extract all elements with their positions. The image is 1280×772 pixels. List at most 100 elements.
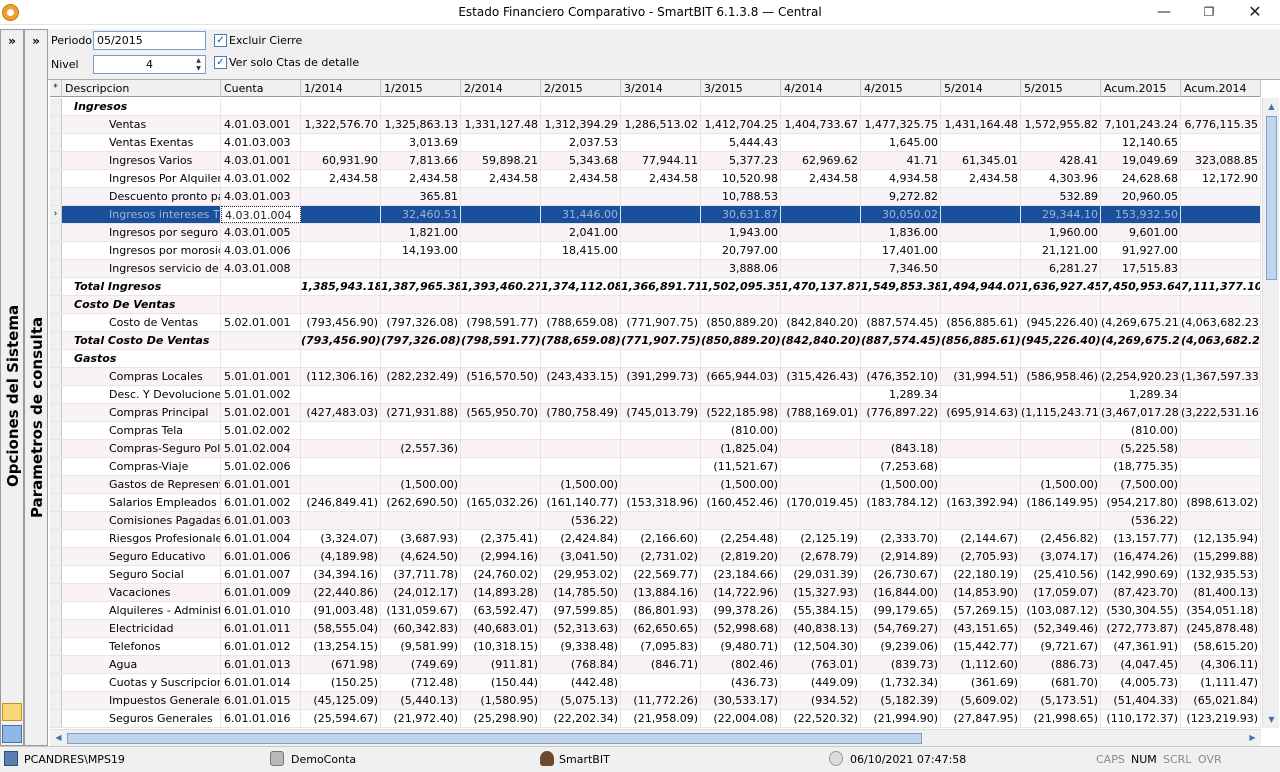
cell-descripcion[interactable]: Vacaciones	[62, 584, 221, 601]
cell-value[interactable]	[701, 512, 781, 529]
cell-value[interactable]: (1,825.04)	[701, 440, 781, 457]
cell-value[interactable]: (14,853.90)	[941, 584, 1021, 601]
cell-value[interactable]: 19,049.69	[1101, 152, 1181, 169]
cell-value[interactable]: (2,731.02)	[621, 548, 701, 565]
cell-value[interactable]	[301, 476, 381, 493]
total-row[interactable]: Total Ingresos 1,385,943.18 1,387,965.38 1,…	[50, 278, 1261, 296]
table-row[interactable]: Electricidad 6.01.01.011 (58,555.04) (60,34…	[50, 620, 1261, 638]
cell-value[interactable]: (142,990.69)	[1101, 566, 1181, 583]
cell-value[interactable]: 2,434.58	[781, 170, 861, 187]
cell-cuenta[interactable]: 5.01.01.002	[221, 386, 301, 403]
row-indicator[interactable]	[50, 638, 62, 655]
cell-value[interactable]	[941, 512, 1021, 529]
cell-value[interactable]: 77,944.11	[621, 152, 701, 169]
cell-value[interactable]: (13,884.16)	[621, 584, 701, 601]
cell-value[interactable]: 20,797.00	[701, 242, 781, 259]
cell-value[interactable]	[941, 188, 1021, 205]
cell-descripcion[interactable]: Ingresos	[62, 98, 221, 115]
cell-cuenta[interactable]: 4.01.03.001	[221, 116, 301, 133]
cell-value[interactable]	[541, 296, 621, 313]
cell-value[interactable]: (22,520.32)	[781, 710, 861, 727]
cell-value[interactable]: (887,574.45)	[861, 314, 941, 331]
cell-value[interactable]: 1,470,137.87	[781, 278, 861, 295]
cell-value[interactable]: (4,624.50)	[381, 548, 461, 565]
cell-value[interactable]: (798,591.77)	[461, 332, 541, 349]
cell-value[interactable]: (2,557.36)	[381, 440, 461, 457]
cell-value[interactable]: (21,998.65)	[1021, 710, 1101, 727]
cell-descripcion[interactable]: Comisiones Pagadas	[62, 512, 221, 529]
cell-value[interactable]: 12,140.65	[1101, 134, 1181, 151]
cell-value[interactable]: (150.44)	[461, 674, 541, 691]
scroll-up-icon[interactable]: ▲	[1263, 98, 1280, 115]
cell-value[interactable]: (856,885.61)	[941, 314, 1021, 331]
cell-value[interactable]	[1181, 386, 1261, 403]
cell-value[interactable]: (442.48)	[541, 674, 621, 691]
cell-descripcion[interactable]: Electricidad	[62, 620, 221, 637]
cell-value[interactable]: (25,298.90)	[461, 710, 541, 727]
cell-value[interactable]	[1181, 206, 1261, 223]
cell-value[interactable]	[781, 206, 861, 223]
cell-cuenta[interactable]: 6.01.01.004	[221, 530, 301, 547]
cell-value[interactable]: 3,888.06	[701, 260, 781, 277]
cell-descripcion[interactable]: Total Ingresos	[62, 278, 221, 295]
cell-value[interactable]: (886.73)	[1021, 656, 1101, 673]
cell-value[interactable]	[781, 512, 861, 529]
column-header[interactable]: 4/2015	[861, 80, 941, 97]
cell-cuenta[interactable]: 4.03.01.002	[221, 170, 301, 187]
cell-value[interactable]: 1,286,513.02	[621, 116, 701, 133]
cell-value[interactable]: (665,944.03)	[701, 368, 781, 385]
cell-value[interactable]	[1181, 476, 1261, 493]
row-indicator[interactable]	[50, 404, 62, 421]
cell-value[interactable]: (1,580.95)	[461, 692, 541, 709]
cell-value[interactable]: (15,442.77)	[941, 638, 1021, 655]
cell-value[interactable]: (12,135.94)	[1181, 530, 1261, 547]
cell-value[interactable]	[461, 422, 541, 439]
cell-value[interactable]	[541, 440, 621, 457]
cell-value[interactable]: (11,521.67)	[701, 458, 781, 475]
cell-value[interactable]: (34,394.16)	[301, 566, 381, 583]
cell-value[interactable]: (14,722.96)	[701, 584, 781, 601]
cell-value[interactable]: 41.71	[861, 152, 941, 169]
cell-value[interactable]	[861, 350, 941, 367]
column-header[interactable]: 2/2014	[461, 80, 541, 97]
cell-value[interactable]	[301, 98, 381, 115]
cell-value[interactable]: (30,533.17)	[701, 692, 781, 709]
cell-value[interactable]	[461, 440, 541, 457]
cell-value[interactable]: (63,592.47)	[461, 602, 541, 619]
cell-descripcion[interactable]: Compras Locales	[62, 368, 221, 385]
row-indicator[interactable]	[50, 116, 62, 133]
section-row[interactable]: Costo De Ventas	[50, 296, 1261, 314]
cell-value[interactable]: (793,456.90)	[301, 314, 381, 331]
cell-value[interactable]: 6,776,115.35	[1181, 116, 1261, 133]
cell-value[interactable]: 5,377.23	[701, 152, 781, 169]
excluir-cierre-checkbox[interactable]: ✓	[214, 34, 227, 47]
cell-value[interactable]: (3,041.50)	[541, 548, 621, 565]
cell-value[interactable]: 1,366,891.71	[621, 278, 701, 295]
cell-value[interactable]	[301, 386, 381, 403]
cell-value[interactable]: (246,849.41)	[301, 494, 381, 511]
cell-value[interactable]: (9,480.71)	[701, 638, 781, 655]
cell-value[interactable]: (52,998.68)	[701, 620, 781, 637]
cell-value[interactable]: (1,500.00)	[381, 476, 461, 493]
cell-value[interactable]: 2,041.00	[541, 224, 621, 241]
cell-value[interactable]: 59,898.21	[461, 152, 541, 169]
cell-value[interactable]	[301, 224, 381, 241]
cell-value[interactable]: 7,346.50	[861, 260, 941, 277]
table-row[interactable]: Ingresos servicio de sastr4.03.01.008 3,8…	[50, 260, 1261, 278]
cell-value[interactable]: (842,840.20)	[781, 332, 861, 349]
cell-value[interactable]: 1,549,853.38	[861, 278, 941, 295]
cell-descripcion[interactable]: Salarios Empleados	[62, 494, 221, 511]
cell-value[interactable]	[1021, 386, 1101, 403]
cell-value[interactable]: (65,021.84)	[1181, 692, 1261, 709]
cell-value[interactable]: (57,269.15)	[941, 602, 1021, 619]
row-indicator[interactable]	[50, 260, 62, 277]
cell-value[interactable]: (843.18)	[861, 440, 941, 457]
cell-value[interactable]: (272,773.87)	[1101, 620, 1181, 637]
cell-value[interactable]: (1,500.00)	[1021, 476, 1101, 493]
row-indicator[interactable]	[50, 386, 62, 403]
cell-value[interactable]	[941, 134, 1021, 151]
cell-value[interactable]	[1181, 134, 1261, 151]
table-row[interactable]: Ventas Exentas 4.01.03.003 3,013.69 2,037.5…	[50, 134, 1261, 152]
cell-value[interactable]: (2,144.67)	[941, 530, 1021, 547]
cell-value[interactable]: (3,687.93)	[381, 530, 461, 547]
